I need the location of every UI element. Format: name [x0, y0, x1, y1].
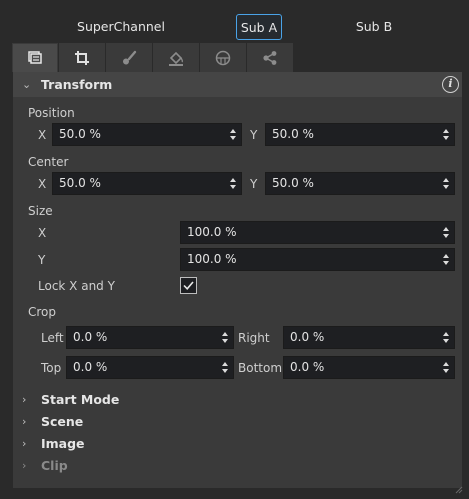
section-scene[interactable]: › Scene	[13, 411, 462, 433]
transform-title: Transform	[41, 77, 113, 92]
center-y-field[interactable]: 50.0 %	[265, 172, 455, 195]
size-y-value: 100.0 %	[187, 252, 237, 266]
property-tabs	[12, 43, 294, 72]
size-x-field[interactable]: 100.0 %	[180, 221, 455, 244]
chevron-right-icon: ›	[22, 437, 27, 450]
section-clip[interactable]: › Clip	[13, 455, 462, 477]
position-x-label: X	[38, 128, 47, 142]
position-x-value: 50.0 %	[59, 127, 101, 141]
lock-xy-label: Lock X and Y	[38, 279, 115, 293]
position-y-value: 50.0 %	[272, 127, 314, 141]
tab-fill[interactable]	[153, 43, 199, 72]
crop-top-field[interactable]: 0.0 %	[66, 356, 234, 379]
section-clip-title: Clip	[41, 458, 68, 473]
crop-left-field[interactable]: 0.0 %	[66, 326, 234, 349]
section-image-title: Image	[41, 436, 85, 451]
lock-xy-checkbox[interactable]	[180, 277, 197, 294]
nodes-icon	[263, 51, 277, 65]
spinner-arrows-icon[interactable]	[442, 225, 450, 240]
crop-right-field[interactable]: 0.0 %	[283, 326, 455, 349]
spinner-arrows-icon[interactable]	[442, 176, 450, 191]
channel-superchannel[interactable]: SuperChannel	[75, 14, 167, 40]
crop-left-label: Left	[41, 331, 64, 345]
stack-icon	[28, 51, 42, 64]
crop-right-label: Right	[238, 331, 270, 345]
spinner-arrows-icon[interactable]	[442, 252, 450, 267]
size-y-field[interactable]: 100.0 %	[180, 248, 455, 271]
spinner-arrows-icon[interactable]	[221, 330, 229, 345]
chevron-right-icon: ›	[22, 459, 27, 472]
section-start-mode-title: Start Mode	[41, 392, 120, 407]
position-label: Position	[28, 106, 75, 120]
position-y-label: Y	[250, 128, 258, 142]
brush-icon	[123, 50, 137, 65]
info-icon[interactable]: i	[442, 76, 459, 93]
size-label: Size	[28, 204, 53, 218]
spinner-arrows-icon[interactable]	[442, 330, 450, 345]
tab-stack[interactable]	[12, 43, 58, 72]
center-x-field[interactable]: 50.0 %	[52, 172, 242, 195]
position-y-field[interactable]: 50.0 %	[265, 123, 455, 146]
center-y-value: 50.0 %	[272, 176, 314, 190]
fill-icon	[169, 51, 184, 66]
crop-icon	[75, 51, 89, 65]
size-x-label: X	[38, 226, 47, 240]
crop-bottom-label: Bottom	[238, 361, 283, 375]
tab-ball[interactable]	[200, 43, 246, 72]
spinner-arrows-icon[interactable]	[442, 360, 450, 375]
crop-top-value: 0.0 %	[73, 360, 108, 374]
chevron-right-icon: ›	[22, 415, 27, 428]
channel-sub-b[interactable]: Sub B	[352, 14, 396, 40]
size-y-label: Y	[38, 253, 46, 267]
center-x-value: 50.0 %	[59, 176, 101, 190]
ball-icon	[215, 50, 231, 66]
size-x-value: 100.0 %	[187, 225, 237, 239]
section-image[interactable]: › Image	[13, 433, 462, 455]
section-scene-title: Scene	[41, 414, 84, 429]
crop-right-value: 0.0 %	[290, 330, 325, 344]
crop-bottom-value: 0.0 %	[290, 360, 325, 374]
tab-crop[interactable]	[59, 43, 105, 72]
channel-sub-a[interactable]: Sub A	[236, 14, 282, 40]
crop-bottom-field[interactable]: 0.0 %	[283, 356, 455, 379]
tab-nodes[interactable]	[247, 43, 293, 72]
crop-top-label: Top	[41, 361, 62, 375]
center-label: Center	[28, 155, 69, 169]
spinner-arrows-icon[interactable]	[229, 176, 237, 191]
position-x-field[interactable]: 50.0 %	[52, 123, 242, 146]
center-y-label: Y	[250, 177, 258, 191]
resize-grip-icon[interactable]	[454, 485, 463, 494]
chevron-down-icon[interactable]: ⌄	[22, 78, 31, 91]
tab-brush[interactable]	[106, 43, 152, 72]
crop-label: Crop	[28, 305, 57, 319]
chevron-right-icon: ›	[22, 393, 27, 406]
center-x-label: X	[38, 177, 47, 191]
checkmark-icon	[183, 281, 194, 290]
crop-left-value: 0.0 %	[73, 330, 108, 344]
spinner-arrows-icon[interactable]	[221, 360, 229, 375]
section-start-mode[interactable]: › Start Mode	[13, 389, 462, 411]
spinner-arrows-icon[interactable]	[442, 127, 450, 142]
spinner-arrows-icon[interactable]	[229, 127, 237, 142]
